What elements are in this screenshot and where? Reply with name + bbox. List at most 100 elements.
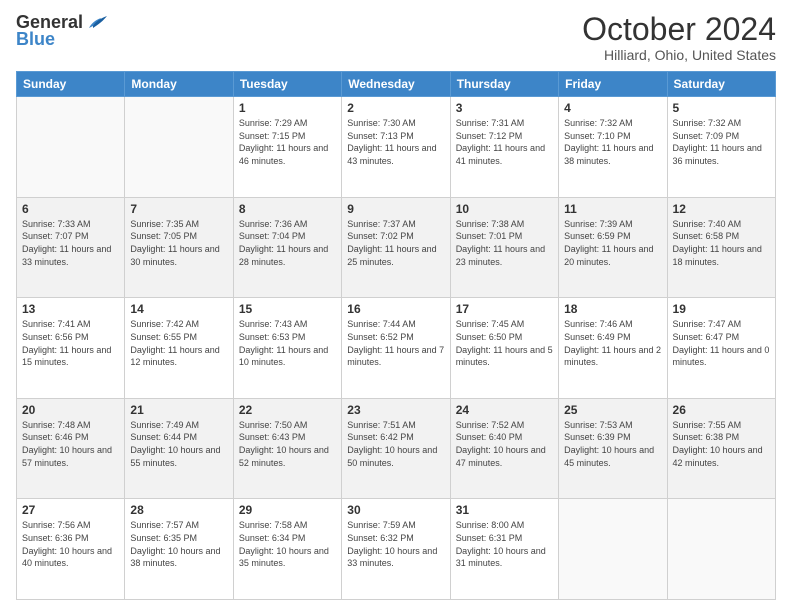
calendar-day-header: Wednesday (342, 72, 450, 97)
calendar-cell (559, 499, 667, 600)
day-info: Sunrise: 7:37 AM Sunset: 7:02 PM Dayligh… (347, 218, 444, 268)
calendar-week-row: 6Sunrise: 7:33 AM Sunset: 7:07 PM Daylig… (17, 197, 776, 298)
calendar-cell: 13 Sunrise: 7:41 AM Sunset: 6:56 PM Dayli… (17, 298, 125, 399)
calendar-cell: 17Sunrise: 7:45 AM Sunset: 6:50 PM Dayli… (450, 298, 558, 399)
calendar-week-row: 13 Sunrise: 7:41 AM Sunset: 6:56 PM Dayli… (17, 298, 776, 399)
calendar-week-row: 27 Sunrise: 7:56 AM Sunset: 6:36 PM Dayli… (17, 499, 776, 600)
day-number: 26 (673, 403, 770, 417)
calendar-table: SundayMondayTuesdayWednesdayThursdayFrid… (16, 71, 776, 600)
calendar-day-header: Thursday (450, 72, 558, 97)
calendar-cell: 26 Sunrise: 7:55 AM Sunset: 6:38 PM Dayli… (667, 398, 775, 499)
day-number: 21 (130, 403, 227, 417)
day-info: Sunrise: 7:49 AM Sunset: 6:44 PM Dayligh… (130, 419, 227, 469)
calendar-cell: 27 Sunrise: 7:56 AM Sunset: 6:36 PM Dayli… (17, 499, 125, 600)
day-number: 11 (564, 202, 661, 216)
day-info: Sunrise: 7:56 AM Sunset: 6:36 PM Dayligh… (22, 519, 119, 569)
calendar-cell: 5Sunrise: 7:32 AM Sunset: 7:09 PM Daylig… (667, 97, 775, 198)
calendar-cell: 6Sunrise: 7:33 AM Sunset: 7:07 PM Daylig… (17, 197, 125, 298)
day-info: Sunrise: 7:41 AM Sunset: 6:56 PM Dayligh… (22, 318, 119, 368)
day-number: 13 (22, 302, 119, 316)
day-info: Sunrise: 7:55 AM Sunset: 6:38 PM Dayligh… (673, 419, 770, 469)
day-info: Sunrise: 7:33 AM Sunset: 7:07 PM Dayligh… (22, 218, 119, 268)
day-number: 18 (564, 302, 661, 316)
calendar-cell: 29 Sunrise: 7:58 AM Sunset: 6:34 PM Dayli… (233, 499, 341, 600)
day-number: 3 (456, 101, 553, 115)
day-info: Sunrise: 7:29 AM Sunset: 7:15 PM Dayligh… (239, 117, 336, 167)
day-info: Sunrise: 7:59 AM Sunset: 6:32 PM Dayligh… (347, 519, 444, 569)
day-info: Sunrise: 7:39 AM Sunset: 6:59 PM Dayligh… (564, 218, 661, 268)
header: General Blue October 2024 Hilliard, Ohio… (16, 12, 776, 63)
day-info: Sunrise: 7:31 AM Sunset: 7:12 PM Dayligh… (456, 117, 553, 167)
day-number: 17 (456, 302, 553, 316)
day-info: Sunrise: 7:48 AM Sunset: 6:46 PM Dayligh… (22, 419, 119, 469)
day-number: 23 (347, 403, 444, 417)
day-info: Sunrise: 7:32 AM Sunset: 7:10 PM Dayligh… (564, 117, 661, 167)
day-info: Sunrise: 7:53 AM Sunset: 6:39 PM Dayligh… (564, 419, 661, 469)
day-number: 22 (239, 403, 336, 417)
calendar-cell: 12Sunrise: 7:40 AM Sunset: 6:58 PM Dayli… (667, 197, 775, 298)
day-number: 8 (239, 202, 336, 216)
day-info: Sunrise: 7:30 AM Sunset: 7:13 PM Dayligh… (347, 117, 444, 167)
calendar-cell: 22 Sunrise: 7:50 AM Sunset: 6:43 PM Dayli… (233, 398, 341, 499)
calendar-day-header: Monday (125, 72, 233, 97)
day-number: 2 (347, 101, 444, 115)
calendar-cell (125, 97, 233, 198)
calendar-cell: 3 Sunrise: 7:31 AM Sunset: 7:12 PM Daylig… (450, 97, 558, 198)
day-info: Sunrise: 7:51 AM Sunset: 6:42 PM Dayligh… (347, 419, 444, 469)
logo: General Blue (16, 12, 107, 50)
calendar-cell: 18Sunrise: 7:46 AM Sunset: 6:49 PM Dayli… (559, 298, 667, 399)
day-info: Sunrise: 7:35 AM Sunset: 7:05 PM Dayligh… (130, 218, 227, 268)
day-info: Sunrise: 7:52 AM Sunset: 6:40 PM Dayligh… (456, 419, 553, 469)
day-number: 31 (456, 503, 553, 517)
day-info: Sunrise: 7:57 AM Sunset: 6:35 PM Dayligh… (130, 519, 227, 569)
title-block: October 2024 Hilliard, Ohio, United Stat… (582, 12, 776, 63)
day-info: Sunrise: 7:43 AM Sunset: 6:53 PM Dayligh… (239, 318, 336, 368)
calendar-cell: 19Sunrise: 7:47 AM Sunset: 6:47 PM Dayli… (667, 298, 775, 399)
day-number: 4 (564, 101, 661, 115)
day-number: 15 (239, 302, 336, 316)
calendar-day-header: Friday (559, 72, 667, 97)
calendar-cell: 20 Sunrise: 7:48 AM Sunset: 6:46 PM Dayli… (17, 398, 125, 499)
day-number: 1 (239, 101, 336, 115)
day-number: 29 (239, 503, 336, 517)
calendar-cell: 28 Sunrise: 7:57 AM Sunset: 6:35 PM Dayli… (125, 499, 233, 600)
calendar-day-header: Saturday (667, 72, 775, 97)
day-number: 9 (347, 202, 444, 216)
calendar-week-row: 20 Sunrise: 7:48 AM Sunset: 6:46 PM Dayli… (17, 398, 776, 499)
day-info: Sunrise: 7:36 AM Sunset: 7:04 PM Dayligh… (239, 218, 336, 268)
calendar-cell: 1 Sunrise: 7:29 AM Sunset: 7:15 PM Daylig… (233, 97, 341, 198)
day-info: Sunrise: 7:32 AM Sunset: 7:09 PM Dayligh… (673, 117, 770, 167)
calendar-cell: 9 Sunrise: 7:37 AM Sunset: 7:02 PM Daylig… (342, 197, 450, 298)
day-number: 20 (22, 403, 119, 417)
calendar-cell: 7 Sunrise: 7:35 AM Sunset: 7:05 PM Daylig… (125, 197, 233, 298)
calendar-cell: 10Sunrise: 7:38 AM Sunset: 7:01 PM Dayli… (450, 197, 558, 298)
day-info: Sunrise: 7:44 AM Sunset: 6:52 PM Dayligh… (347, 318, 444, 368)
calendar-day-header: Tuesday (233, 72, 341, 97)
calendar-cell: 25 Sunrise: 7:53 AM Sunset: 6:39 PM Dayli… (559, 398, 667, 499)
logo-blue-text: Blue (16, 29, 55, 50)
calendar-cell: 24Sunrise: 7:52 AM Sunset: 6:40 PM Dayli… (450, 398, 558, 499)
day-number: 10 (456, 202, 553, 216)
calendar-cell: 2 Sunrise: 7:30 AM Sunset: 7:13 PM Daylig… (342, 97, 450, 198)
day-info: Sunrise: 7:58 AM Sunset: 6:34 PM Dayligh… (239, 519, 336, 569)
location: Hilliard, Ohio, United States (582, 47, 776, 63)
day-info: Sunrise: 7:47 AM Sunset: 6:47 PM Dayligh… (673, 318, 770, 368)
calendar-cell: 14 Sunrise: 7:42 AM Sunset: 6:55 PM Dayli… (125, 298, 233, 399)
day-number: 25 (564, 403, 661, 417)
day-number: 30 (347, 503, 444, 517)
day-info: Sunrise: 7:40 AM Sunset: 6:58 PM Dayligh… (673, 218, 770, 268)
calendar-cell (17, 97, 125, 198)
day-number: 16 (347, 302, 444, 316)
day-number: 7 (130, 202, 227, 216)
day-number: 28 (130, 503, 227, 517)
calendar-cell: 31 Sunrise: 8:00 AM Sunset: 6:31 PM Dayli… (450, 499, 558, 600)
calendar-cell: 11 Sunrise: 7:39 AM Sunset: 6:59 PM Dayli… (559, 197, 667, 298)
day-info: Sunrise: 7:50 AM Sunset: 6:43 PM Dayligh… (239, 419, 336, 469)
day-number: 27 (22, 503, 119, 517)
calendar-cell: 15 Sunrise: 7:43 AM Sunset: 6:53 PM Dayli… (233, 298, 341, 399)
page: General Blue October 2024 Hilliard, Ohio… (0, 0, 792, 612)
day-number: 14 (130, 302, 227, 316)
day-info: Sunrise: 8:00 AM Sunset: 6:31 PM Dayligh… (456, 519, 553, 569)
calendar-week-row: 1 Sunrise: 7:29 AM Sunset: 7:15 PM Daylig… (17, 97, 776, 198)
day-info: Sunrise: 7:42 AM Sunset: 6:55 PM Dayligh… (130, 318, 227, 368)
